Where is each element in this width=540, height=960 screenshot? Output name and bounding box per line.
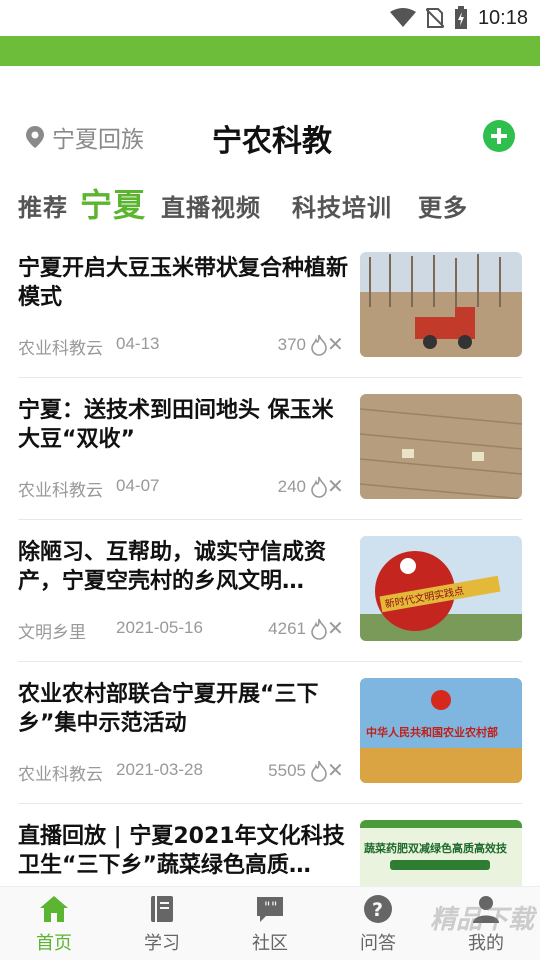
- article-meta: 农业科教云 04-07 240 ✕: [18, 474, 348, 501]
- status-bar: 10:18: [0, 0, 540, 36]
- app-header: 宁夏回族 宁农科教: [0, 110, 540, 162]
- brand-bar: [0, 36, 540, 66]
- nav-study[interactable]: 学习: [122, 893, 202, 955]
- list-item[interactable]: 直播回放 | 宁夏2021年文化科技卫生“三下乡”蔬菜绿色高质… 蔬菜药肥双减绿…: [18, 804, 522, 894]
- view-count: 240: [278, 476, 328, 498]
- article-source: 农业科教云: [18, 481, 103, 501]
- dismiss-icon[interactable]: ✕: [327, 758, 344, 782]
- view-count: 5505: [268, 760, 328, 782]
- view-count-value: 5505: [268, 761, 306, 780]
- question-icon: ?: [364, 895, 392, 923]
- list-item[interactable]: 农业农村部联合宁夏开展“三下乡”集中示范活动 农业科教云 2021-03-28 …: [18, 662, 522, 804]
- article-thumbnail: [360, 394, 522, 499]
- article-source: 农业科教云: [18, 339, 103, 359]
- article-meta: 文明乡里 2021-05-16 4261 ✕: [18, 616, 348, 643]
- tab-tech-training[interactable]: 科技培训: [292, 188, 392, 223]
- article-thumbnail: 新时代文明实践点: [360, 536, 522, 641]
- thumb-caption: 中华人民共和国农业农村部: [366, 725, 498, 739]
- article-meta: 农业科教云 04-13 370 ✕: [18, 332, 348, 359]
- bottom-nav: 首页 学习 " " 社区 ? 问答 我的 精品下载: [0, 886, 540, 960]
- article-date: 2021-05-16: [116, 618, 203, 637]
- flame-icon: [311, 334, 327, 356]
- nav-qa[interactable]: ? 问答: [338, 893, 418, 955]
- svg-text:?: ?: [372, 899, 383, 921]
- page-title: 宁农科教: [212, 124, 332, 159]
- location-pin-icon: [26, 126, 44, 148]
- watermark: 精品下载: [429, 905, 534, 935]
- add-channel-button[interactable]: [483, 120, 515, 152]
- view-count-value: 370: [277, 335, 306, 354]
- home-icon: [40, 896, 68, 922]
- flame-icon: [311, 476, 327, 498]
- tab-ningxia[interactable]: 宁夏: [80, 180, 146, 226]
- article-title: 宁夏：送技术到田间地头 保玉米大豆“双收”: [18, 398, 334, 452]
- list-item[interactable]: 宁夏：送技术到田间地头 保玉米大豆“双收” 农业科教云 04-07 240 ✕: [18, 378, 522, 520]
- nav-home[interactable]: 首页: [14, 893, 94, 955]
- flame-icon: [311, 618, 327, 640]
- nav-community[interactable]: " " 社区: [230, 893, 310, 955]
- chat-icon: " ": [257, 897, 283, 922]
- status-time: 10:18: [477, 6, 528, 29]
- book-icon: [151, 896, 173, 922]
- dismiss-icon[interactable]: ✕: [327, 474, 344, 498]
- view-count: 370: [278, 334, 328, 356]
- location-selector[interactable]: 宁夏回族: [26, 120, 144, 154]
- article-thumbnail: 中华人民共和国农业农村部: [360, 678, 522, 783]
- status-icons: 10:18: [389, 6, 528, 30]
- svg-text:": ": [271, 900, 277, 916]
- article-source: 农业科教云: [18, 765, 103, 785]
- battery-charging-icon: [454, 6, 467, 29]
- channel-tabs: 推荐 宁夏 直播视频 科技培训 更多: [0, 178, 540, 228]
- article-source: 文明乡里: [18, 623, 86, 643]
- nav-label: 社区: [252, 933, 288, 954]
- news-feed: 宁夏开启大豆玉米带状复合种植新模式 农业科教云 04-13 370 ✕ 宁夏：送…: [18, 236, 522, 894]
- article-meta: 农业科教云 2021-03-28 5505 ✕: [18, 758, 348, 785]
- dismiss-icon[interactable]: ✕: [327, 616, 344, 640]
- article-date: 04-07: [116, 476, 160, 495]
- article-thumbnail: [360, 252, 522, 357]
- nav-label: 首页: [36, 933, 72, 954]
- tab-live-video[interactable]: 直播视频: [161, 188, 261, 223]
- svg-text:": ": [264, 900, 270, 916]
- no-sim-icon: [425, 8, 444, 28]
- thumb-caption: 蔬菜药肥双减绿色高质高效技: [364, 841, 508, 855]
- view-count-value: 240: [277, 477, 306, 496]
- wifi-icon: [389, 8, 416, 27]
- article-title: 除陋习、互帮助，诚实守信成资产，宁夏空壳村的乡风文明…: [18, 540, 327, 594]
- list-item[interactable]: 宁夏开启大豆玉米带状复合种植新模式 农业科教云 04-13 370 ✕: [18, 236, 522, 378]
- tab-more[interactable]: 更多: [418, 188, 468, 223]
- dismiss-icon[interactable]: ✕: [327, 332, 344, 356]
- list-item[interactable]: 除陋习、互帮助，诚实守信成资产，宁夏空壳村的乡风文明… 文明乡里 2021-05…: [18, 520, 522, 662]
- article-title: 直播回放 | 宁夏2021年文化科技卫生“三下乡”蔬菜绿色高质…: [18, 824, 345, 878]
- article-date: 2021-03-28: [116, 760, 203, 779]
- nav-label: 问答: [360, 933, 396, 954]
- flame-icon: [311, 760, 327, 782]
- article-title: 宁夏开启大豆玉米带状复合种植新模式: [18, 256, 348, 310]
- nav-label: 学习: [144, 933, 180, 954]
- article-date: 04-13: [116, 334, 160, 353]
- article-thumbnail: 蔬菜药肥双减绿色高质高效技: [360, 820, 522, 894]
- article-title: 农业农村部联合宁夏开展“三下乡”集中示范活动: [18, 682, 319, 736]
- view-count-value: 4261: [268, 619, 306, 638]
- location-label: 宁夏回族: [52, 127, 144, 153]
- view-count: 4261: [268, 618, 328, 640]
- tab-recommend[interactable]: 推荐: [18, 188, 68, 223]
